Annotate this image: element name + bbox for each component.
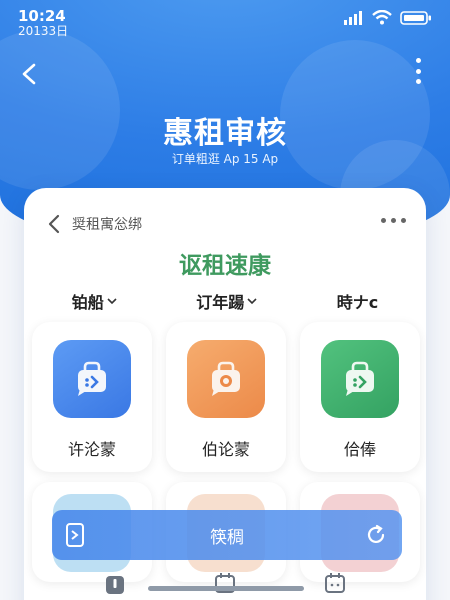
bottom-tab-bar <box>0 570 450 600</box>
battery-icon <box>400 10 431 25</box>
document-icon[interactable] <box>64 522 88 548</box>
page-subtitle: 订单粗逛 Ap 15 Ap <box>171 152 279 166</box>
status-date: 20133日 <box>18 24 69 38</box>
tile-label: 许沦蒙 <box>67 440 116 459</box>
service-tile-3[interactable]: 佮俸 <box>300 322 420 472</box>
chat-bag-icon <box>321 340 399 418</box>
service-tile-1[interactable]: 许沦蒙 <box>32 322 152 472</box>
wifi-icon <box>372 10 392 25</box>
card-header: 奨租寓忩绑 <box>46 214 142 234</box>
card-back-icon[interactable] <box>46 214 62 234</box>
refresh-icon[interactable] <box>364 522 388 548</box>
chat-bag-icon <box>53 340 131 418</box>
card-label: 奨租寓忩绑 <box>72 217 142 233</box>
signal-icon <box>344 10 362 25</box>
filter-dropdown-2[interactable]: 订年踼 <box>196 289 257 313</box>
chevron-down-icon <box>107 298 117 305</box>
filter-dropdown-1[interactable]: 铂船 <box>72 289 117 313</box>
back-chevron-icon[interactable] <box>18 62 42 86</box>
filter-label: 订年踼 <box>196 293 245 312</box>
chevron-down-icon <box>247 298 257 305</box>
filter-label: 時ナc <box>336 293 379 312</box>
status-bar: 10:24 20133日 <box>18 8 68 38</box>
filter-row: 铂船 订年踼 時ナc <box>24 289 426 313</box>
home-indicator <box>148 586 304 591</box>
home-tab-icon[interactable] <box>103 570 127 594</box>
filter-label: 铂船 <box>71 293 104 312</box>
camera-bag-icon <box>187 340 265 418</box>
tile-label: 伯论蒙 <box>201 440 250 459</box>
action-bar[interactable]: 筷稠 <box>52 510 402 560</box>
page-title: 惠租审核 <box>163 116 287 151</box>
schedule-tab-icon[interactable] <box>323 570 347 594</box>
filter-option-3[interactable]: 時ナc <box>337 289 379 313</box>
tile-label: 佮俸 <box>343 440 376 459</box>
action-bar-label: 筷稠 <box>210 527 244 548</box>
kebab-icon[interactable] <box>414 58 422 84</box>
status-time: 10:24 <box>18 7 66 25</box>
card-headline: 讴租速康 <box>179 253 271 279</box>
card-more-icon[interactable] <box>381 218 406 223</box>
service-tile-2[interactable]: 伯论蒙 <box>166 322 286 472</box>
system-icons <box>344 10 432 25</box>
